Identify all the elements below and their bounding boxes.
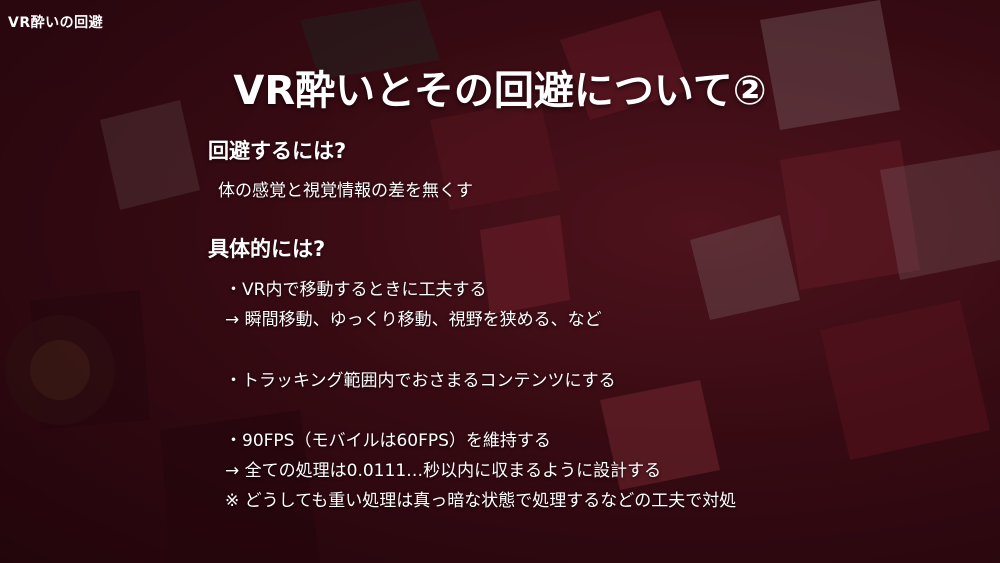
section-text-avoid-method: 体の感覚と視覚情報の差を無くす <box>218 181 473 201</box>
slide-title: VR酔いとその回避について② <box>233 68 767 114</box>
slide: VR酔いの回避 VR酔いとその回避について② 回避するには? 体の感覚と視覚情報… <box>0 0 1000 563</box>
list-item: ・VR内で移動するときに工夫する <box>225 280 487 300</box>
list-item: ※ どうしても重い処理は真っ暗な状態で処理するなどの工夫で対処 <box>225 491 737 511</box>
list-item: → 瞬間移動、ゆっくり移動、視野を狭める、など <box>225 310 602 330</box>
list-item: ・90FPS（モバイルは60FPS）を維持する <box>225 431 551 451</box>
section-heading-specifics: 具体的には? <box>208 237 326 261</box>
list-item: ・トラッキング範囲内でおさまるコンテンツにする <box>225 371 616 391</box>
section-heading-how-to-avoid: 回避するには? <box>208 139 347 163</box>
corner-section-label: VR酔いの回避 <box>8 15 104 31</box>
list-item: → 全ての処理は0.0111…秒以内に収まるように設計する <box>225 461 662 481</box>
